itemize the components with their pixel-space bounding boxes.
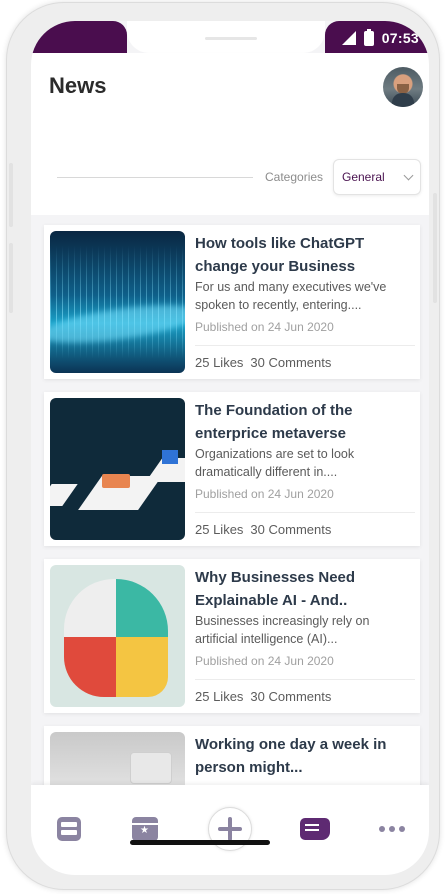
volume-down-button [9, 243, 13, 313]
categories-label: Categories [265, 170, 324, 184]
comments-count[interactable]: 30 Comments [250, 522, 331, 537]
category-select[interactable]: General [333, 159, 421, 195]
plus-icon [218, 817, 242, 841]
puzzle-piece [64, 579, 116, 637]
more-dot [399, 826, 405, 832]
page-title: News [49, 73, 107, 98]
news-card[interactable]: How tools like ChatGPT change your Busin… [44, 225, 420, 379]
home-icon [57, 817, 81, 841]
battery-icon [363, 28, 374, 46]
more-dot [379, 826, 385, 832]
news-card[interactable]: Why Businesses Need Explainable AI - And… [44, 559, 420, 713]
avatar-face [397, 84, 409, 94]
category-filter-bar: Categories General [31, 115, 429, 215]
tab-news[interactable] [293, 807, 337, 851]
puzzle-piece [116, 637, 168, 697]
news-list[interactable]: How tools like ChatGPT change your Busin… [31, 215, 429, 785]
more-icon [379, 826, 405, 832]
volume-up-button [9, 163, 13, 227]
signal-icon [341, 31, 356, 45]
news-image [50, 398, 185, 540]
card-divider [195, 679, 415, 680]
news-date: Published on 24 Jun 2020 [195, 487, 334, 501]
news-date: Published on 24 Jun 2020 [195, 320, 334, 334]
status-bar-left [31, 21, 127, 53]
puzzle-head [64, 579, 168, 697]
news-date: Published on 24 Jun 2020 [195, 654, 334, 668]
card-divider [195, 345, 415, 346]
power-button [433, 193, 437, 303]
news-stats: 25 Likes 30 Comments [195, 355, 331, 370]
news-title: Working one day a week in person might..… [195, 736, 387, 776]
comments-count[interactable]: 30 Comments [250, 689, 331, 704]
news-stats: 25 Likes 30 Comments [195, 689, 331, 704]
selected-category: General [342, 170, 385, 184]
news-icon [300, 818, 330, 840]
speaker-grille [205, 37, 257, 40]
app-screen: 07:53 News Categories General How tools … [31, 21, 429, 875]
divider [57, 177, 253, 178]
news-card[interactable]: The Foundation of the enterprice metaver… [44, 392, 420, 546]
calendar-icon [132, 817, 158, 841]
tab-home[interactable] [47, 807, 91, 851]
likes-count[interactable]: 25 Likes [195, 689, 243, 704]
bottom-tab-bar [31, 785, 429, 875]
chevron-down-icon [403, 170, 414, 181]
puzzle-piece [116, 579, 168, 637]
image-shape [162, 450, 178, 464]
news-excerpt: Organizations are set to look dramatical… [195, 447, 355, 479]
tab-more[interactable] [370, 807, 414, 851]
news-card[interactable]: Working one day a week in person might..… [44, 726, 420, 785]
news-title: How tools like ChatGPT change your Busin… [195, 235, 365, 275]
status-bar: 07:53 [31, 21, 429, 53]
status-time: 07:53 [381, 30, 419, 46]
likes-count[interactable]: 25 Likes [195, 355, 243, 370]
status-indicators: 07:53 [341, 28, 419, 47]
more-dot [389, 826, 395, 832]
news-excerpt: Businesses increasingly rely on artifici… [195, 614, 370, 646]
news-title: Why Businesses Need Explainable AI - And… [195, 569, 356, 609]
card-divider [195, 512, 415, 513]
news-title: The Foundation of the enterprice metaver… [195, 402, 353, 442]
app-header: News [31, 53, 429, 115]
image-shape [50, 484, 78, 506]
avatar[interactable] [383, 67, 423, 107]
home-indicator[interactable] [130, 840, 270, 845]
phone-frame: 07:53 News Categories General How tools … [6, 2, 440, 890]
news-stats: 25 Likes 30 Comments [195, 522, 331, 537]
image-shape [102, 474, 130, 488]
news-image [50, 732, 185, 785]
news-image [50, 565, 185, 707]
likes-count[interactable]: 25 Likes [195, 522, 243, 537]
news-excerpt: For us and many executives we've spoken … [195, 280, 387, 312]
news-image [50, 231, 185, 373]
puzzle-piece [64, 637, 116, 697]
comments-count[interactable]: 30 Comments [250, 355, 331, 370]
